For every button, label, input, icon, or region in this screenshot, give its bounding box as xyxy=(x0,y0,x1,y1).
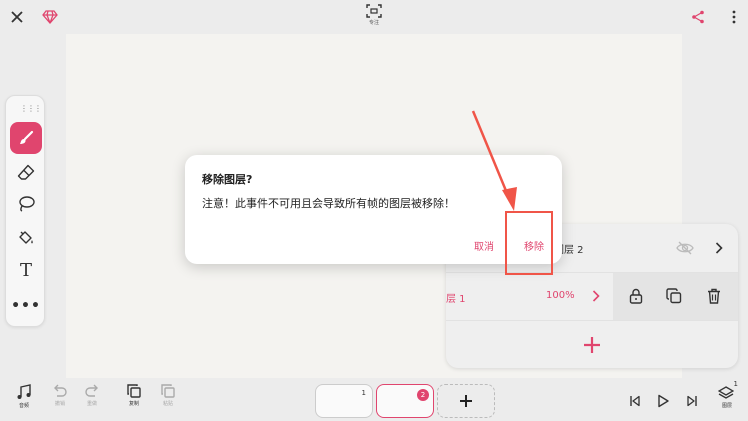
focus-icon xyxy=(366,4,382,18)
layer-row-1[interactable]: 层 1 100% xyxy=(446,272,738,321)
tool-palette: ⋮⋮⋮ T ••• xyxy=(5,95,45,327)
fill-tool-button[interactable] xyxy=(10,222,42,254)
top-bar: 专注 xyxy=(0,0,748,34)
add-layer-button[interactable] xyxy=(446,320,738,368)
music-note-icon xyxy=(17,384,31,399)
eraser-tool-button[interactable] xyxy=(10,156,42,188)
dialog-title: 移除图层? xyxy=(202,173,253,186)
brush-tool-button[interactable] xyxy=(10,122,42,154)
layers-button[interactable]: 1 图层 xyxy=(712,380,742,418)
text-icon: T xyxy=(19,259,32,281)
cancel-button[interactable]: 取消 xyxy=(474,238,494,253)
redo-label: 重做 xyxy=(86,401,97,407)
paste-frame-button[interactable]: 粘贴 xyxy=(153,384,183,418)
text-tool-button[interactable]: T xyxy=(10,254,42,286)
more-tools-button[interactable]: ••• xyxy=(10,290,42,322)
trash-icon[interactable] xyxy=(703,285,725,307)
layers-label: 图层 xyxy=(721,403,732,409)
plus-icon xyxy=(460,395,472,407)
paint-bucket-icon xyxy=(19,231,33,244)
frame-number: 1 xyxy=(361,389,366,397)
drag-handle-icon[interactable]: ⋮⋮⋮ xyxy=(20,104,42,113)
undo-label: 撤销 xyxy=(54,401,65,407)
close-icon[interactable] xyxy=(5,5,29,29)
lasso-icon xyxy=(19,196,35,212)
play-button[interactable] xyxy=(652,390,674,412)
copy-frame-button[interactable]: 复制 xyxy=(119,384,149,418)
copy-label: 复制 xyxy=(128,401,139,407)
lasso-tool-button[interactable] xyxy=(10,188,42,220)
frame-number-badge: 2 xyxy=(417,389,429,401)
redo-button[interactable]: 重做 xyxy=(77,384,107,418)
undo-icon xyxy=(54,384,67,397)
duplicate-icon[interactable] xyxy=(663,285,685,307)
paste-icon xyxy=(161,384,175,398)
visibility-off-icon[interactable] xyxy=(674,237,696,259)
next-frame-button[interactable] xyxy=(681,390,703,412)
copy-icon xyxy=(127,384,141,398)
sound-button[interactable]: 音频 xyxy=(9,384,39,418)
layer-actions xyxy=(613,273,738,321)
redo-icon xyxy=(85,384,98,397)
chevron-right-icon[interactable] xyxy=(585,285,607,307)
chevron-right-icon[interactable] xyxy=(708,237,730,259)
add-frame-button[interactable] xyxy=(437,384,495,418)
skip-next-icon xyxy=(687,395,697,407)
paste-label: 粘贴 xyxy=(162,401,173,407)
focus-label: 专注 xyxy=(368,20,379,26)
skip-previous-icon xyxy=(630,395,640,407)
focus-mode-button[interactable]: 专注 xyxy=(362,4,386,32)
play-icon xyxy=(658,394,669,408)
layers-icon xyxy=(717,386,735,399)
eraser-icon xyxy=(17,164,35,180)
plus-icon xyxy=(584,336,600,353)
frame-thumbnail-1[interactable]: 1 xyxy=(315,384,373,418)
share-icon[interactable] xyxy=(686,5,710,29)
more-horizontal-icon: ••• xyxy=(11,298,41,314)
sound-label: 音频 xyxy=(18,403,29,409)
dialog-message: 注意！此事件不可用且会导致所有帧的图层被移除！ xyxy=(202,197,455,210)
previous-frame-button[interactable] xyxy=(624,390,646,412)
more-vertical-icon[interactable] xyxy=(722,5,746,29)
brush-icon xyxy=(20,130,34,144)
layer-1-name: 层 1 xyxy=(446,294,466,305)
frame-thumbnail-2[interactable]: 2 xyxy=(376,384,434,418)
undo-button[interactable]: 撤销 xyxy=(45,384,75,418)
annotation-highlight-box xyxy=(505,211,553,275)
diamond-icon[interactable] xyxy=(38,5,62,29)
layers-count: 1 xyxy=(733,380,738,388)
layer-1-opacity[interactable]: 100% xyxy=(546,290,575,301)
lock-icon[interactable] xyxy=(625,285,647,307)
